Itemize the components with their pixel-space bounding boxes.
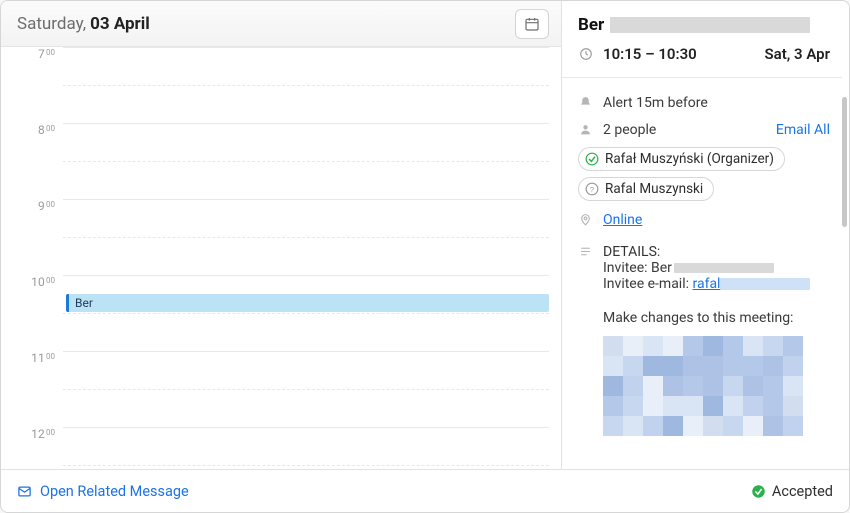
event-time-row: 10:15 – 10:30 Sat, 3 Apr: [578, 35, 830, 63]
hour-row: 1000: [1, 275, 561, 351]
hour-line: [63, 351, 549, 352]
calendar-icon: [524, 16, 540, 32]
hour-line: [63, 275, 549, 276]
rsvp-status-label: Accepted: [772, 483, 833, 500]
date-weekday: Saturday,: [17, 14, 86, 34]
people-count: 2 people: [603, 122, 766, 138]
check-circle-icon: [585, 152, 599, 166]
location-icon: [578, 213, 593, 230]
attendee-pill[interactable]: Rafał Muszyński (Organizer): [578, 147, 785, 171]
month-picker-button[interactable]: [515, 9, 549, 39]
check-circle-icon: [751, 484, 766, 499]
half-hour-line: [63, 465, 549, 466]
invitee-label: Invitee:: [603, 260, 651, 276]
bell-icon: [578, 96, 593, 113]
hour-line: [63, 123, 549, 124]
hour-label: 1100: [1, 351, 63, 427]
people-row: 2 people Email All: [578, 117, 830, 144]
day-header: Saturday, 03 April: [1, 1, 561, 47]
hour-row: 1200: [1, 427, 561, 469]
alert-text: Alert 15m before: [603, 95, 830, 111]
hour-line: [63, 47, 549, 48]
invitee-line: Invitee: Ber: [603, 260, 830, 276]
hour-line: [63, 427, 549, 428]
redacted-pixelated-region: [603, 336, 830, 436]
clock-icon: [578, 47, 593, 61]
open-related-message-label: Open Related Message: [40, 483, 189, 500]
redacted-block: [610, 17, 810, 33]
hour-row: 900: [1, 199, 561, 275]
main-body: Saturday, 03 April 700800900100011001200…: [1, 1, 849, 470]
invitee-email-link[interactable]: rafal: [692, 276, 720, 292]
attendees-list: Rafał Muszyński (Organizer)? Rafal Muszyn…: [578, 144, 830, 204]
half-hour-line: [63, 237, 549, 238]
invitee-value-prefix: Ber: [651, 260, 672, 276]
redacted-block: [674, 263, 774, 273]
hour-label: 1000: [1, 275, 63, 351]
invitee-email-label: Invitee e-mail:: [603, 276, 692, 292]
details-content: DETAILS: Invitee: Ber Invitee e-mail: ra…: [603, 244, 830, 436]
day-calendar-pane: Saturday, 03 April 700800900100011001200…: [1, 1, 562, 469]
scrollbar-thumb[interactable]: [842, 97, 847, 227]
hour-label: 900: [1, 199, 63, 275]
notes-icon: [578, 245, 593, 262]
event-details-content: Ber 10:15 – 10:30 Sat, 3 Apr A: [562, 1, 842, 469]
calendar-event-title: Ber: [75, 296, 93, 310]
person-icon: [578, 123, 593, 140]
hour-label: 800: [1, 123, 63, 199]
attendee-name: Rafal Muszynski: [605, 181, 703, 197]
half-hour-line: [63, 161, 549, 162]
redacted-block: [720, 278, 810, 290]
change-hint: Make changes to this meeting:: [603, 310, 830, 326]
svg-text:?: ?: [590, 185, 594, 194]
location-link[interactable]: Online: [603, 212, 642, 228]
calendar-window: Saturday, 03 April 700800900100011001200…: [0, 0, 850, 513]
hour-row: 800: [1, 123, 561, 199]
event-title: Ber: [578, 15, 830, 35]
open-related-message-link[interactable]: Open Related Message: [17, 483, 189, 500]
attendee-pill[interactable]: ? Rafal Muszynski: [578, 177, 714, 201]
alert-row: Alert 15m before: [578, 90, 830, 117]
hour-label: 700: [1, 47, 63, 123]
location-row: Online: [578, 204, 830, 234]
event-date-label: Sat, 3 Apr: [765, 45, 830, 63]
event-details-pane: Ber 10:15 – 10:30 Sat, 3 Apr A: [562, 1, 849, 469]
email-all-link[interactable]: Email All: [776, 122, 830, 138]
details-block: DETAILS: Invitee: Ber Invitee e-mail: ra…: [578, 234, 830, 441]
invitee-email-line: Invitee e-mail: rafal: [603, 276, 830, 292]
hour-grid[interactable]: 700800900100011001200 Ber: [1, 47, 561, 469]
half-hour-line: [63, 85, 549, 86]
half-hour-line: [63, 389, 549, 390]
hour-row: 1100: [1, 351, 561, 427]
footer-bar: Open Related Message Accepted: [1, 470, 849, 512]
date-day: 03 April: [90, 14, 150, 34]
half-hour-line: [63, 313, 549, 314]
hour-line: [63, 199, 549, 200]
rsvp-status[interactable]: Accepted: [751, 483, 833, 500]
open-message-icon: [17, 484, 32, 499]
hour-row: 700: [1, 47, 561, 123]
attendee-name: Rafał Muszyński (Organizer): [605, 151, 774, 167]
hour-label: 1200: [1, 427, 63, 469]
question-circle-icon: ?: [585, 182, 599, 196]
event-time-range: 10:15 – 10:30: [603, 45, 697, 63]
event-title-text: Ber: [578, 15, 604, 35]
details-heading: DETAILS:: [603, 244, 830, 260]
calendar-event[interactable]: Ber: [66, 294, 549, 312]
details-scrollbar[interactable]: [842, 1, 849, 469]
